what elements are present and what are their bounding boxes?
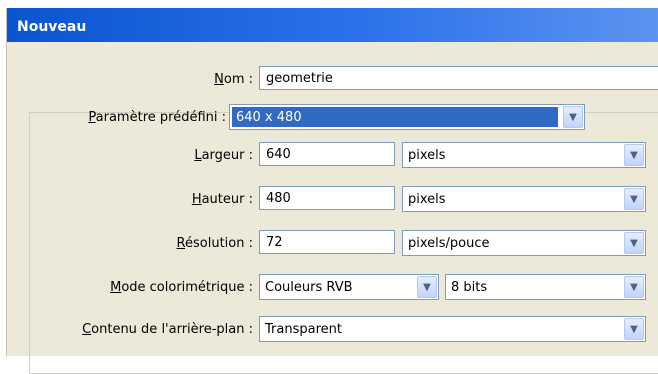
chevron-down-icon[interactable]: ▼ [624, 276, 644, 298]
background-contents-select[interactable]: Transparent ▼ [259, 316, 646, 342]
chevron-down-icon[interactable]: ▼ [417, 276, 437, 298]
width-label: Largeur : [194, 148, 253, 163]
name-label: Nom : [214, 72, 253, 87]
height-label: Hauteur : [191, 192, 253, 207]
width-input[interactable]: 640 [259, 142, 395, 166]
height-unit-select[interactable]: pixels ▼ [402, 186, 646, 212]
preset-value: 640 x 480 [232, 107, 558, 127]
chevron-down-icon[interactable]: ▼ [624, 318, 644, 340]
background-contents-value: Transparent [265, 322, 342, 337]
width-unit-select[interactable]: pixels ▼ [402, 142, 646, 168]
chevron-down-icon[interactable]: ▼ [624, 144, 644, 166]
name-input[interactable]: geometrie [259, 66, 658, 90]
chevron-down-icon[interactable]: ▼ [624, 188, 644, 210]
preset-label: Paramètre prédéfini : [88, 110, 226, 125]
background-contents-label: Contenu de l'arrière-plan : [82, 322, 253, 337]
resolution-unit-value: pixels/pouce [408, 236, 490, 251]
height-unit-value: pixels [408, 192, 446, 207]
dialog-title: Nouveau [7, 8, 658, 42]
chevron-down-icon[interactable]: ▼ [563, 106, 583, 128]
color-mode-label: Mode colorimétrique : [110, 280, 253, 295]
height-input[interactable]: 480 [259, 186, 395, 210]
resolution-unit-select[interactable]: pixels/pouce ▼ [402, 230, 646, 256]
bit-depth-value: 8 bits [451, 280, 488, 295]
new-document-dialog: Nouveau Nom : geometrie Paramètre prédéf… [6, 8, 658, 374]
chevron-down-icon[interactable]: ▼ [624, 232, 644, 254]
resolution-input[interactable]: 72 [259, 230, 395, 254]
bit-depth-select[interactable]: 8 bits ▼ [445, 274, 646, 300]
resolution-label: Résolution : [176, 236, 253, 251]
color-mode-select[interactable]: Couleurs RVB ▼ [259, 274, 439, 300]
width-unit-value: pixels [408, 148, 446, 163]
color-mode-value: Couleurs RVB [265, 280, 353, 295]
preset-select[interactable]: 640 x 480 ▼ [229, 104, 585, 130]
